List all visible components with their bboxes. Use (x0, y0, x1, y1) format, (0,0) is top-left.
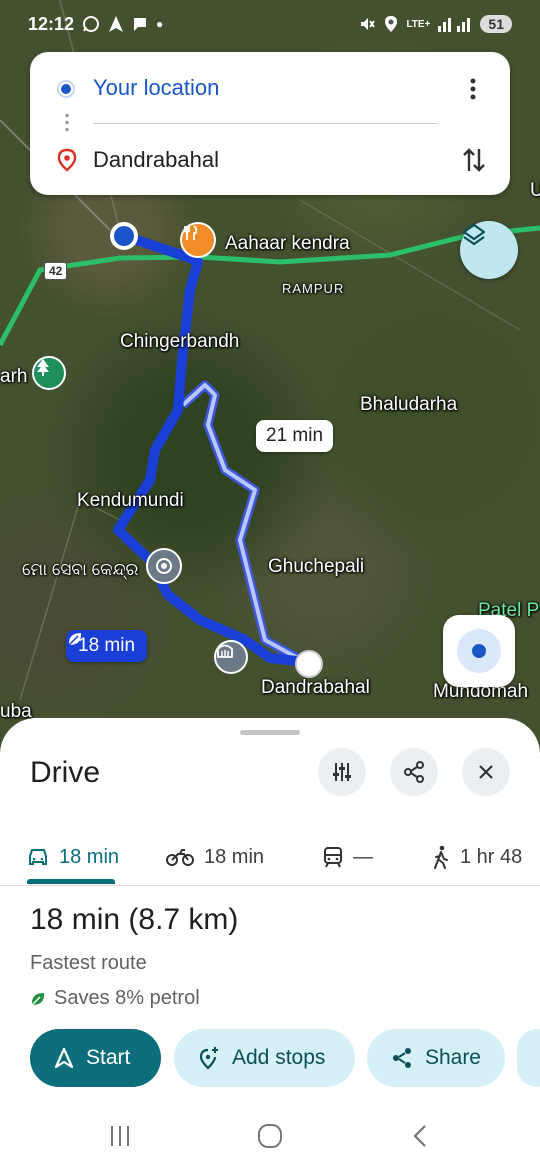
battery-indicator: 51 (480, 15, 512, 33)
map-label-ghuchepali: Ghuchepali (268, 556, 365, 577)
add-location-icon (199, 1047, 218, 1070)
route-summary[interactable]: 18 min (8.7 km) (30, 903, 238, 937)
my-location-button[interactable] (443, 615, 515, 687)
tune-icon (333, 763, 351, 781)
tab-walk[interactable]: 1 hr 48 (432, 830, 522, 884)
tab-walk-label: 1 hr 48 (460, 845, 523, 868)
my-location-icon (457, 629, 501, 673)
train-icon (324, 847, 342, 868)
tab-drive[interactable]: 18 min (27, 830, 119, 884)
share-button[interactable]: Share (367, 1029, 505, 1087)
map-label-rampur: RAMPUR (282, 281, 345, 296)
chat-icon (134, 18, 147, 31)
directions-card: Your location Dandrabahal (30, 52, 510, 195)
more-options-button[interactable] (458, 74, 488, 104)
service-center-pin-icon[interactable] (146, 548, 182, 584)
whatsapp-icon (83, 16, 100, 32)
temple-pin-icon[interactable] (214, 640, 248, 674)
share-icon (404, 761, 424, 783)
map-label-kendumundi: Kendumundi (77, 490, 184, 511)
alt-route-time: 21 min (266, 425, 324, 446)
tab-transit[interactable]: — (323, 830, 373, 884)
home-icon (258, 1124, 282, 1148)
destination-marker (295, 650, 323, 678)
more-vert-icon (470, 78, 476, 100)
origin-marker (110, 222, 138, 250)
route-options-button[interactable] (318, 748, 366, 796)
start-button[interactable]: Start (30, 1029, 161, 1087)
add-stops-button[interactable]: Add stops (174, 1029, 355, 1087)
tab-motorbike-label: 18 min (204, 845, 265, 868)
field-divider (93, 123, 438, 124)
route-connector (65, 112, 69, 134)
tab-motorbike[interactable]: 18 min (166, 830, 264, 884)
restaurant-pin-icon[interactable] (180, 222, 216, 258)
notification-dot-icon: ● (156, 17, 164, 31)
recent-apps-icon (111, 1126, 129, 1146)
start-button-label: Start (86, 1046, 131, 1069)
sheet-drag-handle[interactable] (240, 730, 300, 735)
share-icon (392, 1048, 411, 1068)
main-route-time: 18 min (78, 635, 136, 656)
share-route-button[interactable] (390, 748, 438, 796)
system-nav-bar (0, 1100, 540, 1170)
map-label-bhaludarha: Bhaludarha (360, 394, 458, 415)
location-icon (385, 16, 398, 32)
map-label-partial: U (530, 180, 540, 201)
directions-sheet: Drive 18 min 18 min — 1 hr 48 18 min (8.… (0, 718, 540, 1170)
route-description: Fastest route (30, 952, 147, 974)
route-distance: (8.7 km) (128, 903, 239, 936)
route-duration: 18 min (30, 903, 121, 936)
signal-icon (438, 18, 471, 32)
layers-icon (462, 223, 486, 246)
walk-icon (434, 845, 448, 869)
sheet-title: Drive (30, 756, 101, 789)
recent-apps-button[interactable] (100, 1118, 140, 1154)
tab-drive-label: 18 min (59, 845, 120, 868)
eco-savings: Saves 8% petrol (30, 987, 200, 1010)
back-icon (413, 1125, 426, 1147)
back-button[interactable] (400, 1118, 440, 1154)
network-type: LTE+ (406, 18, 431, 30)
map-label-arh: arh (0, 366, 28, 387)
swap-vert-icon (463, 148, 485, 172)
origin-field[interactable]: Your location (93, 75, 219, 101)
map-label-chingerbandh: Chingerbandh (120, 331, 240, 352)
road-number-badge: 42 (44, 262, 68, 280)
close-button[interactable] (462, 748, 510, 796)
tab-transit-label: — (353, 845, 373, 868)
home-button[interactable] (250, 1118, 290, 1154)
alt-route-time-bubble[interactable]: 21 min (256, 420, 334, 452)
active-tab-indicator (27, 879, 115, 884)
map-label-dandrabahal: Dandrabahal (261, 677, 370, 698)
mute-icon (361, 18, 376, 30)
car-icon (29, 849, 47, 865)
map-label-aahaar[interactable]: Aahaar kendra (225, 233, 350, 255)
swap-button[interactable] (456, 142, 492, 178)
add-stops-label: Add stops (232, 1046, 326, 1069)
close-icon (479, 765, 493, 779)
status-bar: 12:12 ● LTE+ 51 (0, 0, 540, 48)
navigation-a-icon (109, 16, 124, 32)
status-time: 12:12 (28, 13, 75, 34)
eco-savings-text: Saves 8% petrol (54, 987, 200, 1009)
more-actions-chip[interactable] (517, 1029, 540, 1087)
eco-leaf-icon (68, 633, 82, 646)
park-pin-icon[interactable] (32, 356, 66, 390)
share-label: Share (424, 1046, 481, 1069)
main-route-time-bubble[interactable]: 18 min (66, 630, 148, 662)
layers-button[interactable] (460, 221, 518, 279)
travel-mode-tabs: 18 min 18 min — 1 hr 48 (0, 830, 540, 886)
origin-dot-icon (57, 80, 75, 98)
motorbike-icon (166, 849, 194, 866)
navigation-arrow-icon (54, 1047, 74, 1069)
leaf-icon (31, 992, 45, 1006)
map-label-mo-seba: ମୋ ସେବା କେନ୍ଦ୍ର (22, 560, 139, 579)
destination-pin-icon (57, 148, 77, 172)
destination-field[interactable]: Dandrabahal (93, 147, 219, 173)
